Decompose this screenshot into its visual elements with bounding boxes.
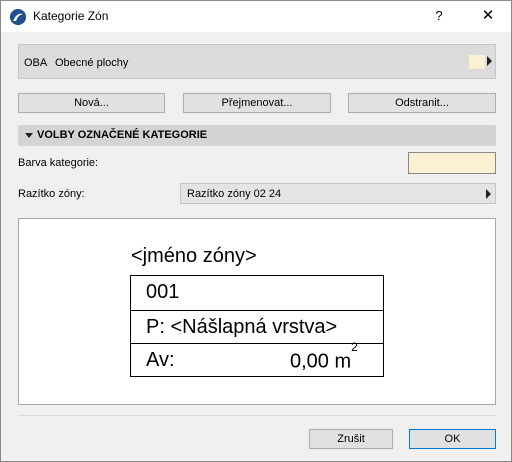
triangle-down-icon (25, 133, 33, 138)
floor-layer-text: P: <Nášlapná vrstva> (146, 316, 338, 338)
delete-button[interactable]: Odstranit... (348, 93, 496, 113)
stamp-row: P: <Nášlapná vrstva> (131, 310, 383, 344)
stamp-select-value: Razítko zóny 02 24 (187, 188, 282, 200)
section-title: VOLBY OZNAČENÉ KATEGORIE (37, 129, 208, 141)
window-title: Kategorie Zón (33, 9, 109, 23)
area-label: Av: (146, 349, 175, 371)
triangle-right-icon (486, 189, 491, 199)
category-name: Obecné plochy (55, 57, 129, 69)
stamp-select[interactable]: Razítko zóny 02 24 (180, 183, 496, 204)
archicad-logo-icon (10, 9, 26, 25)
help-button[interactable]: ? (421, 1, 457, 31)
cancel-button[interactable]: Zrušit (309, 429, 393, 449)
close-icon[interactable]: ✕ (465, 1, 511, 31)
stamp-table: 001 P: <Nášlapná vrstva> Av: 0,00 m2 (130, 275, 384, 377)
title-bar: Kategorie Zón ? ✕ (1, 1, 511, 32)
color-label: Barva kategorie: (18, 157, 99, 169)
area-value: 0,00 m2 (290, 340, 358, 374)
stamp-label: Razítko zóny: (18, 188, 85, 200)
new-button[interactable]: Nová... (18, 93, 165, 113)
triangle-right-icon (487, 56, 492, 66)
category-color-picker[interactable] (408, 152, 496, 174)
divider (18, 415, 496, 416)
area-exponent: 2 (351, 340, 358, 354)
dialog-window: Kategorie Zón ? ✕ OBA Obecné plochy Nová… (0, 0, 512, 462)
category-color-swatch (469, 55, 485, 69)
ok-button[interactable]: OK (409, 429, 496, 449)
category-selector[interactable]: OBA Obecné plochy (18, 44, 496, 79)
zone-number: 001 (146, 281, 180, 303)
zone-name-text: <jméno zóny> (131, 245, 257, 267)
stamp-row: Av: 0,00 m2 (131, 340, 383, 377)
stamp-preview: <jméno zóny> 001 P: <Nášlapná vrstva> Av… (18, 218, 496, 405)
category-code: OBA (24, 57, 48, 69)
section-header[interactable]: VOLBY OZNAČENÉ KATEGORIE (18, 125, 496, 146)
area-number: 0,00 m (290, 350, 352, 373)
rename-button[interactable]: Přejmenovat... (183, 93, 331, 113)
stamp-row: 001 (131, 276, 383, 310)
